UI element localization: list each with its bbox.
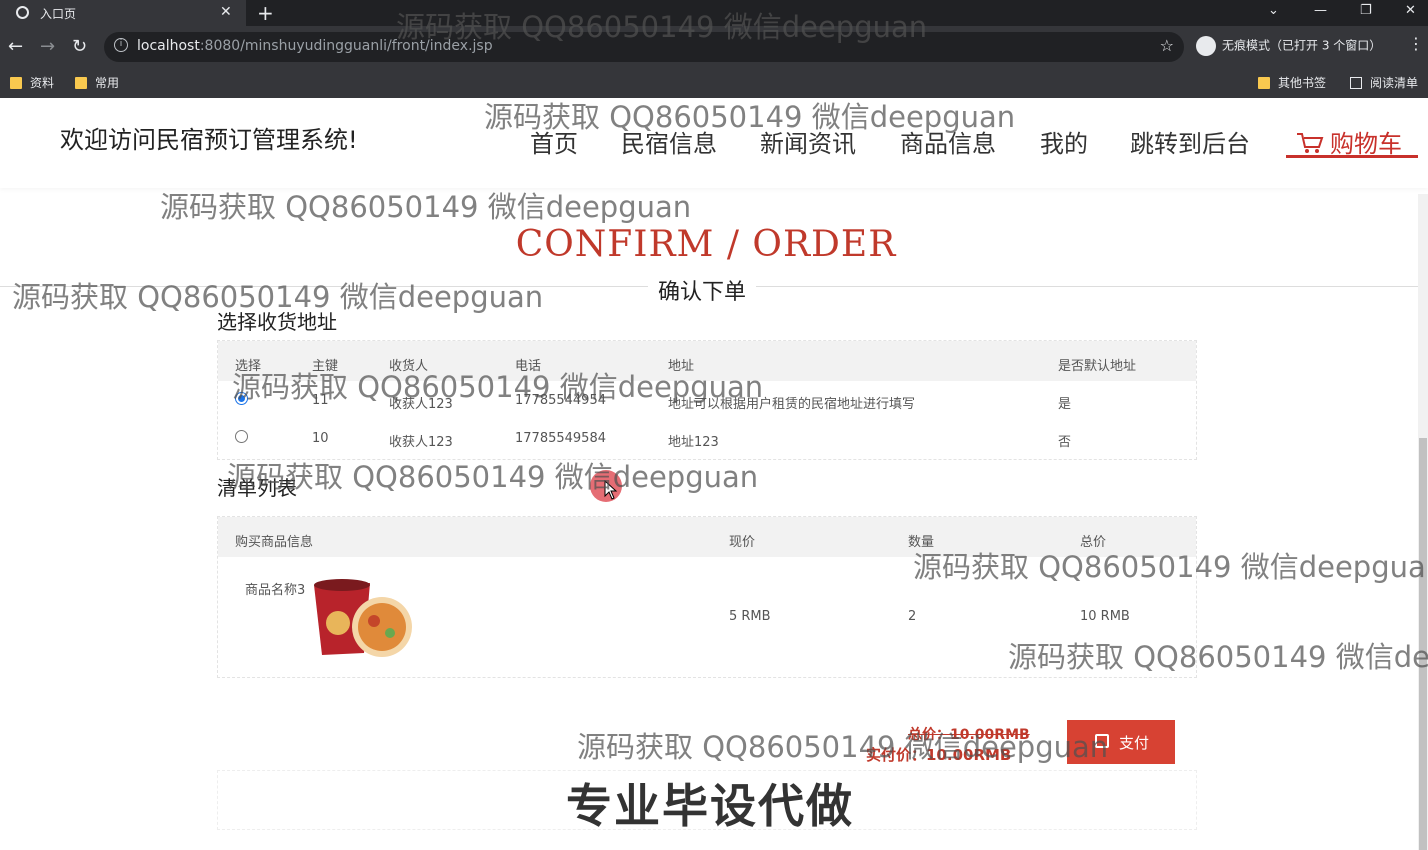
address-radio[interactable] [235,430,248,443]
item-total: 10 RMB [1080,609,1130,624]
other-bookmarks[interactable]: 其他书签 [1258,74,1326,91]
browser-tab[interactable]: 入口页 ✕ [0,0,246,26]
cart-icon [1297,133,1324,153]
address-phone: 17785549584 [515,431,606,446]
nav-admin[interactable]: 跳转到后台 [1130,124,1250,159]
item-price: 5 RMB [729,609,771,624]
watermark: 源码获取 QQ86050149 微信deepgua [913,550,1426,584]
reading-list-icon [1350,77,1362,89]
bookmark-star-icon[interactable]: ☆ [1160,36,1174,55]
site-info-icon[interactable]: i [114,38,128,52]
watermark: 源码获取 QQ86050149 微信deepguan [227,460,759,494]
restore-button[interactable]: ❐ [1360,3,1372,18]
globe-icon [16,6,29,19]
address-text: 地址123 [668,435,719,450]
incognito-label: 无痕模式（已打开 3 个窗口） [1222,38,1382,53]
folder-icon [1258,77,1270,89]
product-image[interactable] [308,575,412,659]
incognito-icon [1196,36,1216,56]
cart-label: 购物车 [1330,130,1402,158]
watermark: 源码获取 QQ86050149 微信deepguan [232,370,764,404]
item-name: 商品名称3 [245,583,306,598]
url-host: localhost [137,38,200,54]
reading-list[interactable]: 阅读清单 [1350,74,1418,91]
nav-cart[interactable]: 购物车 [1286,124,1418,158]
promo-banner: 专业毕设代做 [566,779,854,833]
address-default: 是 [1058,397,1072,412]
address-name: 收获人123 [389,435,453,450]
new-tab-button[interactable]: + [257,1,274,25]
address-default: 否 [1058,435,1072,450]
forward-icon[interactable]: → [40,36,55,57]
welcome-text: 欢迎访问民宿预订管理系统! [60,126,358,154]
nav-mine[interactable]: 我的 [1040,124,1088,159]
tab-search-icon[interactable]: ⌄ [1268,3,1279,18]
incognito-indicator[interactable]: 无痕模式（已打开 3 个窗口） [1196,36,1381,56]
column-header: 购买商品信息 [235,535,314,550]
minimize-button[interactable]: — [1314,3,1327,18]
bookmark-folder[interactable]: 资料 [10,74,54,91]
watermark: 源码获取 QQ86050149 微信deepguan [577,730,1109,764]
folder-icon [10,77,22,89]
bookmark-folder[interactable]: 常用 [75,74,119,91]
watermark: 源码获取 QQ86050149 微信de [1008,640,1428,674]
menu-icon[interactable]: ⋮ [1408,34,1424,53]
watermark: 源码获取 QQ86050149 微信deepguan [396,10,928,44]
item-qty: 2 [908,609,917,624]
page-title-cn: 确认下单 [648,274,757,306]
pay-button-label: 支付 [1119,735,1150,752]
close-tab-icon[interactable]: ✕ [220,4,232,20]
page-title-en: CONFIRM / ORDER [515,224,897,265]
column-header: 现价 [729,535,756,550]
address-id: 10 [312,431,329,446]
column-header: 是否默认地址 [1058,359,1137,374]
watermark: 源码获取 QQ86050149 微信deepguan [12,280,544,314]
back-icon[interactable]: ← [8,36,23,57]
watermark: 源码获取 QQ86050149 微信deepguan [484,100,1016,134]
reload-icon[interactable]: ↻ [72,36,87,57]
close-window-button[interactable]: ✕ [1405,3,1416,18]
watermark: 源码获取 QQ86050149 微信deepguan [160,190,692,224]
tab-title: 入口页 [40,7,77,21]
folder-icon [75,77,87,89]
